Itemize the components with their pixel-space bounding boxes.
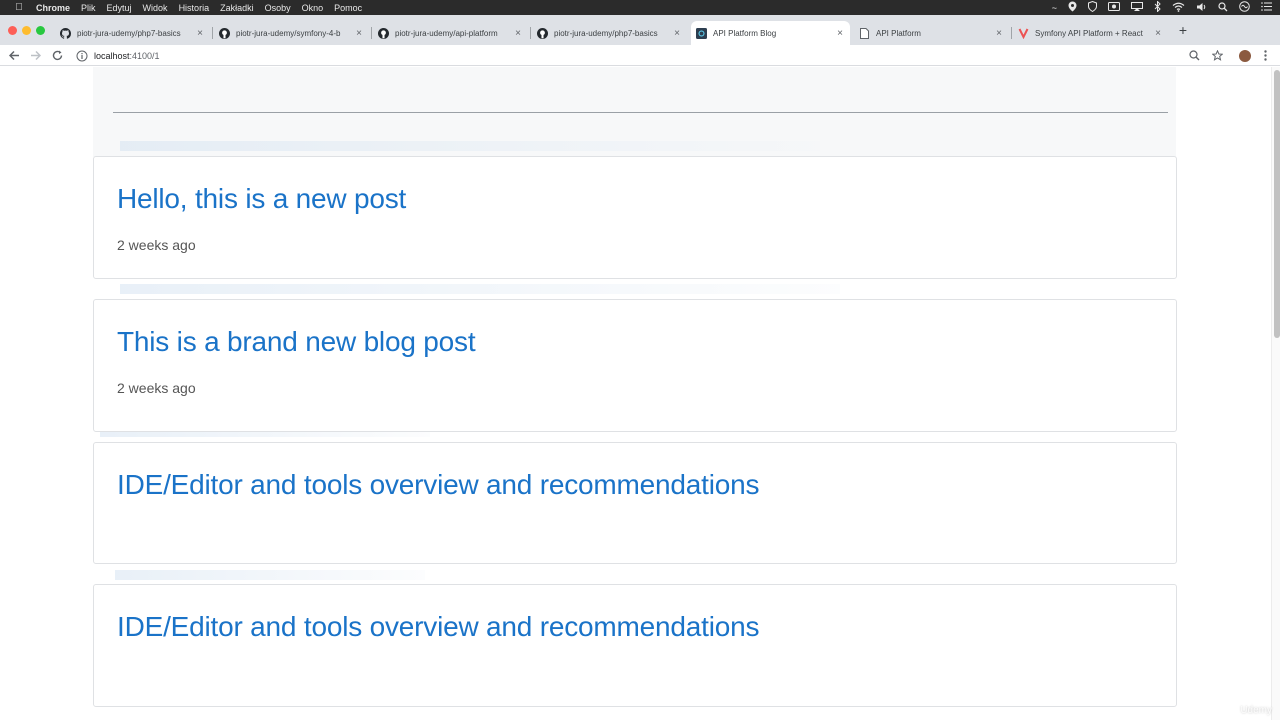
zoom-icon	[1189, 50, 1200, 61]
close-tab-icon[interactable]: ×	[834, 28, 846, 39]
tilde-icon[interactable]: ~	[1052, 3, 1057, 13]
macos-menu-bar:  Chrome Plik Edytuj Widok Historia Zakł…	[0, 0, 1280, 15]
close-tab-icon[interactable]: ×	[194, 28, 206, 39]
new-tab-button[interactable]: +	[1176, 23, 1190, 37]
star-icon	[1212, 50, 1223, 61]
tab-api-platform[interactable]: API Platform ×	[854, 21, 1009, 45]
kebab-menu-icon	[1264, 50, 1267, 61]
header-divider	[113, 112, 1168, 113]
url-path: :4100/1	[129, 50, 160, 61]
post-card: IDE/Editor and tools overview and recomm…	[93, 442, 1177, 564]
menu-help[interactable]: Pomoc	[334, 3, 362, 13]
tab-title: Symfony API Platform + React	[1035, 28, 1143, 38]
tab-api-platform-blog[interactable]: API Platform Blog ×	[691, 21, 850, 45]
post-card: Hello, this is a new post 2 weeks ago	[93, 156, 1177, 279]
udemy-icon	[1018, 28, 1029, 39]
scrollbar-thumb[interactable]	[1274, 70, 1280, 338]
reload-button[interactable]	[50, 48, 65, 63]
minimize-window-button[interactable]	[22, 26, 31, 35]
tab-title: piotr-jura-udemy/php7-basics	[554, 28, 658, 38]
tab-php7-basics-1[interactable]: piotr-jura-udemy/php7-basics ×	[55, 21, 210, 45]
volume-icon[interactable]	[1196, 2, 1207, 14]
notification-center-icon[interactable]	[1261, 2, 1272, 13]
tab-separator	[212, 27, 213, 39]
tab-title: piotr-jura-udemy/php7-basics	[77, 28, 181, 38]
screen-capture-icon[interactable]	[1108, 2, 1120, 13]
forward-arrow-icon	[31, 50, 41, 61]
bluetooth-icon[interactable]	[1154, 0, 1161, 14]
menu-file[interactable]: Plik	[81, 3, 96, 13]
menu-history[interactable]: Historia	[179, 3, 210, 13]
tab-title: piotr-jura-udemy/symfony-4-b	[236, 28, 341, 38]
github-icon	[537, 27, 548, 39]
info-icon[interactable]	[76, 50, 88, 62]
close-tab-icon[interactable]: ×	[1152, 28, 1164, 39]
post-title-link[interactable]: IDE/Editor and tools overview and recomm…	[117, 469, 760, 501]
zoom-button[interactable]	[1187, 48, 1202, 63]
menu-edit[interactable]: Edytuj	[107, 3, 132, 13]
close-tab-icon[interactable]: ×	[993, 28, 1005, 39]
page-viewport: Hello, this is a new post 2 weeks ago Th…	[0, 67, 1280, 720]
github-icon	[60, 27, 71, 39]
forward-button[interactable]	[28, 48, 43, 63]
url-host: localhost	[94, 50, 130, 61]
post-title-link[interactable]: IDE/Editor and tools overview and recomm…	[117, 611, 760, 643]
transition-artifact	[120, 284, 840, 294]
back-button[interactable]	[7, 48, 22, 63]
menu-view[interactable]: Widok	[143, 3, 168, 13]
tab-separator	[371, 27, 372, 39]
vertical-scrollbar[interactable]	[1271, 67, 1280, 720]
menu-bookmarks[interactable]: Zakładki	[220, 3, 254, 13]
avatar	[1238, 49, 1251, 62]
tab-separator	[530, 27, 531, 39]
apple-menu-icon[interactable]: 	[12, 2, 26, 13]
back-arrow-icon	[9, 50, 19, 61]
close-window-button[interactable]	[8, 26, 17, 35]
wifi-icon[interactable]	[1172, 2, 1185, 14]
udemy-watermark: Udemy	[1240, 705, 1272, 716]
post-title-link[interactable]: Hello, this is a new post	[117, 183, 406, 215]
react-app-icon	[696, 27, 707, 39]
post-date: 2 weeks ago	[117, 380, 196, 396]
github-icon	[378, 27, 389, 39]
browser-tab-strip: piotr-jura-udemy/php7-basics × piotr-jur…	[0, 15, 1280, 45]
tab-symfony-react-course[interactable]: Symfony API Platform + React ×	[1013, 21, 1168, 45]
tab-title: piotr-jura-udemy/api-platform	[395, 28, 498, 38]
page-icon	[859, 27, 870, 39]
tab-api-platform-repo[interactable]: piotr-jura-udemy/api-platform ×	[373, 21, 528, 45]
url-text: localhost:4100/1	[94, 51, 160, 61]
status-icons: ~	[1052, 0, 1272, 15]
siri-icon[interactable]	[1239, 1, 1250, 14]
location-icon[interactable]	[1068, 1, 1077, 14]
tab-title: API Platform	[876, 28, 921, 38]
address-bar[interactable]: localhost:4100/1	[72, 46, 1230, 65]
airplay-icon[interactable]	[1131, 2, 1143, 13]
post-title-link[interactable]: This is a brand new blog post	[117, 326, 476, 358]
post-date: 2 weeks ago	[117, 237, 196, 253]
github-icon	[219, 27, 230, 39]
bookmark-star-button[interactable]	[1210, 48, 1225, 63]
close-tab-icon[interactable]: ×	[671, 28, 683, 39]
maximize-window-button[interactable]	[36, 26, 45, 35]
menu-people[interactable]: Osoby	[265, 3, 291, 13]
tab-separator	[1011, 27, 1012, 39]
post-card: IDE/Editor and tools overview and recomm…	[93, 584, 1177, 707]
reload-icon	[52, 50, 63, 61]
menu-app-chrome[interactable]: Chrome	[36, 3, 70, 13]
chrome-menu-button[interactable]	[1258, 48, 1273, 63]
shield-icon[interactable]	[1088, 0, 1097, 14]
search-icon[interactable]	[1218, 1, 1228, 14]
profile-button[interactable]	[1237, 48, 1252, 63]
menu-window[interactable]: Okno	[302, 3, 324, 13]
tab-php7-basics-2[interactable]: piotr-jura-udemy/php7-basics ×	[532, 21, 687, 45]
tab-title: API Platform Blog	[713, 28, 777, 38]
tab-symfony-4[interactable]: piotr-jura-udemy/symfony-4-b ×	[214, 21, 369, 45]
transition-artifact	[115, 570, 425, 580]
transition-artifact	[120, 141, 820, 151]
browser-toolbar: localhost:4100/1	[0, 45, 1280, 66]
post-card: This is a brand new blog post 2 weeks ag…	[93, 299, 1177, 432]
close-tab-icon[interactable]: ×	[512, 28, 524, 39]
close-tab-icon[interactable]: ×	[353, 28, 365, 39]
